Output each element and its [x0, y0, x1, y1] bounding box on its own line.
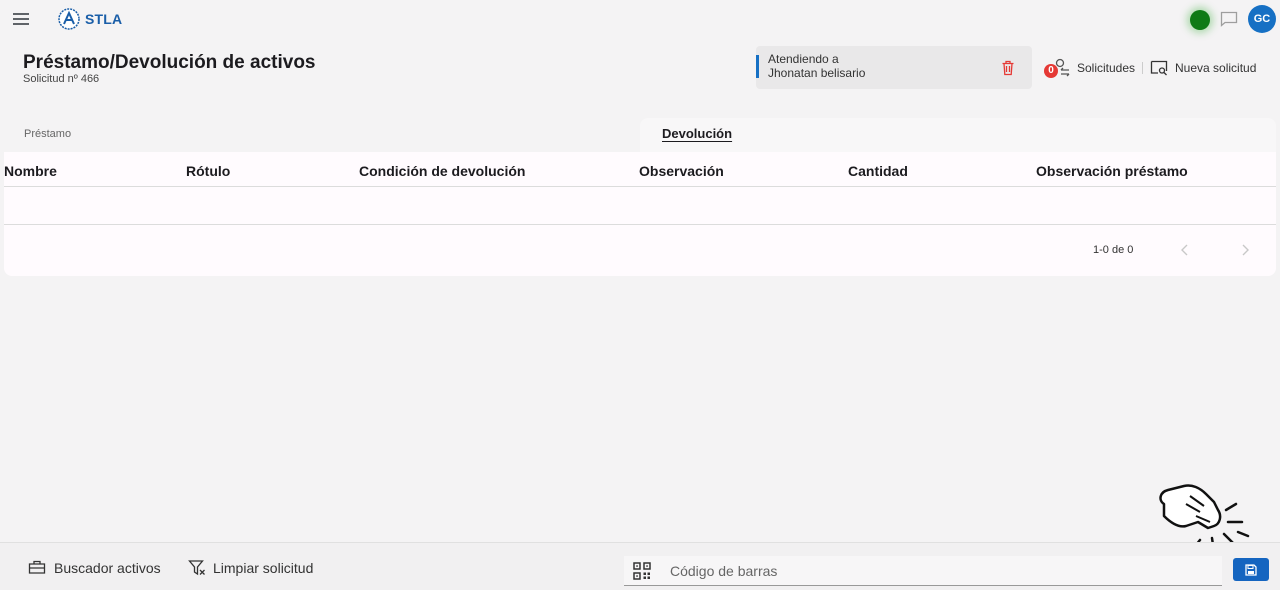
save-button[interactable]	[1233, 558, 1269, 581]
brand-name: STLA	[85, 11, 123, 27]
barcode-field[interactable]	[624, 556, 1222, 586]
attending-label: Atendiendo a	[768, 52, 839, 66]
header-divider	[4, 186, 1276, 187]
chevron-left-icon[interactable]	[1178, 241, 1192, 259]
filter-clear-icon	[188, 560, 205, 576]
briefcase-icon	[28, 560, 46, 574]
top-bar: STLA GC	[0, 0, 1280, 40]
column-header-condicion[interactable]: Condición de devolución	[359, 163, 525, 179]
column-header-nombre[interactable]: Nombre	[4, 163, 57, 179]
tab-devolucion-label: Devolución	[662, 126, 733, 141]
pagination-range: 1-0 de 0	[1093, 244, 1134, 256]
clear-request-label: Limpiar solicitud	[213, 560, 314, 576]
attending-panel: Atendiendo a Jhonatan belisario	[756, 46, 1032, 89]
column-header-observacion-prestamo[interactable]: Observación préstamo	[1036, 163, 1188, 179]
tab-devolucion[interactable]: Devolución	[640, 118, 1276, 152]
column-header-cantidad[interactable]: Cantidad	[848, 163, 908, 179]
attending-accent-bar	[756, 55, 759, 78]
page-subtitle: Solicitud nº 466	[23, 73, 100, 85]
attending-name: Jhonatan belisario	[768, 66, 866, 80]
chevron-right-icon[interactable]	[1238, 241, 1252, 259]
qr-code-icon	[633, 562, 651, 580]
menu-icon[interactable]	[13, 13, 29, 25]
requests-label: Solicitudes	[1077, 61, 1136, 75]
tab-prestamo-label: Préstamo	[24, 128, 72, 140]
new-request-label: Nueva solicitud	[1175, 61, 1257, 75]
bottom-toolbar: Buscador activos Limpiar solicitud	[0, 542, 1280, 590]
new-request-icon	[1150, 60, 1168, 76]
trash-icon[interactable]	[1001, 60, 1015, 76]
chat-icon[interactable]	[1220, 11, 1238, 27]
action-divider	[1142, 62, 1143, 74]
column-header-observacion[interactable]: Observación	[639, 163, 724, 179]
footer-divider	[4, 224, 1276, 225]
search-assets-label: Buscador activos	[54, 560, 161, 576]
status-indicator	[1190, 10, 1210, 30]
page-title: Préstamo/Devolución de activos	[23, 52, 316, 73]
requests-badge: 0	[1044, 64, 1058, 78]
column-header-rotulo[interactable]: Rótulo	[186, 163, 230, 179]
logo-icon	[58, 8, 80, 30]
returns-table: Nombre Rótulo Condición de devolución Ob…	[4, 152, 1276, 276]
barcode-input[interactable]	[670, 560, 1210, 582]
save-icon	[1245, 564, 1257, 576]
avatar[interactable]: GC	[1248, 5, 1276, 33]
tab-prestamo[interactable]: Préstamo	[0, 118, 640, 152]
